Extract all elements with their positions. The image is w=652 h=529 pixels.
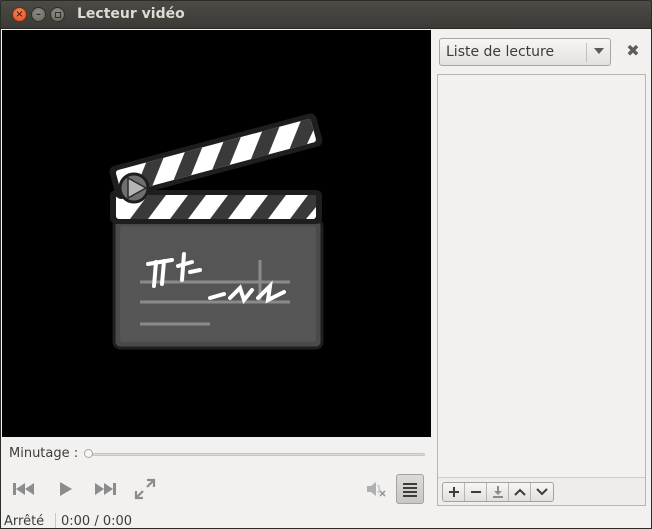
minimize-icon: – (36, 8, 41, 20)
time-readout: 0:00 / 0:00 (61, 514, 133, 529)
window-minimize-button[interactable]: – (31, 7, 46, 22)
skip-next-icon (95, 483, 116, 495)
save-icon (492, 486, 503, 498)
seek-bar[interactable] (87, 453, 425, 456)
timer-row: Minutage : (2, 438, 431, 466)
play-button[interactable] (51, 475, 79, 503)
sidebar-selector-value: Liste de lecture (446, 44, 555, 60)
play-icon (60, 482, 72, 496)
combo-separator (586, 43, 587, 62)
remove-button[interactable] (465, 483, 487, 501)
window-title: Lecteur vidéo (77, 6, 185, 22)
window-close-button[interactable]: × (12, 7, 27, 22)
title-bar[interactable]: × – Lecteur vidéo (1, 1, 651, 29)
playlist-tool-group (442, 482, 554, 502)
close-icon: × (15, 8, 24, 20)
add-icon (448, 487, 459, 497)
skip-previous-icon (13, 483, 34, 495)
window-maximize-button[interactable] (50, 7, 65, 22)
video-area[interactable] (2, 30, 431, 437)
sidebar-selector[interactable]: Liste de lecture (439, 38, 611, 66)
status-bar: Arrêté 0:00 / 0:00 (2, 510, 651, 529)
maximize-icon (54, 11, 61, 18)
sidebar: Liste de lecture ✖ (432, 30, 651, 510)
close-icon: ✖ (626, 40, 640, 60)
chevron-down-icon (594, 48, 604, 54)
seek-handle[interactable] (84, 449, 93, 458)
previous-button[interactable] (10, 475, 38, 503)
fullscreen-button[interactable] (131, 475, 159, 503)
move-down-icon (536, 488, 548, 496)
move-up-button[interactable] (509, 483, 531, 501)
volume-muted-icon (367, 482, 386, 497)
app-window: × – Lecteur vidéo Minutage: Arrêté 0:00… (0, 0, 652, 529)
next-button[interactable] (91, 475, 119, 503)
playlist-list[interactable] (438, 75, 645, 477)
volume-button[interactable] (362, 475, 390, 503)
playlist-toggle-button[interactable] (396, 474, 424, 504)
clapperboard-icon (109, 113, 324, 350)
add-button[interactable] (443, 483, 465, 501)
fullscreen-icon (134, 478, 156, 500)
sidebar-close-button[interactable]: ✖ (625, 40, 641, 60)
playlist-panel (437, 74, 646, 506)
status-separator (55, 513, 56, 528)
list-icon (403, 483, 417, 497)
save-button[interactable] (487, 483, 509, 501)
timer-label: Minutage : (9, 446, 79, 461)
remove-icon (470, 491, 481, 493)
playback-state: Arrêté (4, 514, 45, 529)
playlist-toolbar (438, 477, 645, 505)
move-down-button[interactable] (531, 483, 553, 501)
move-up-icon (513, 488, 526, 496)
